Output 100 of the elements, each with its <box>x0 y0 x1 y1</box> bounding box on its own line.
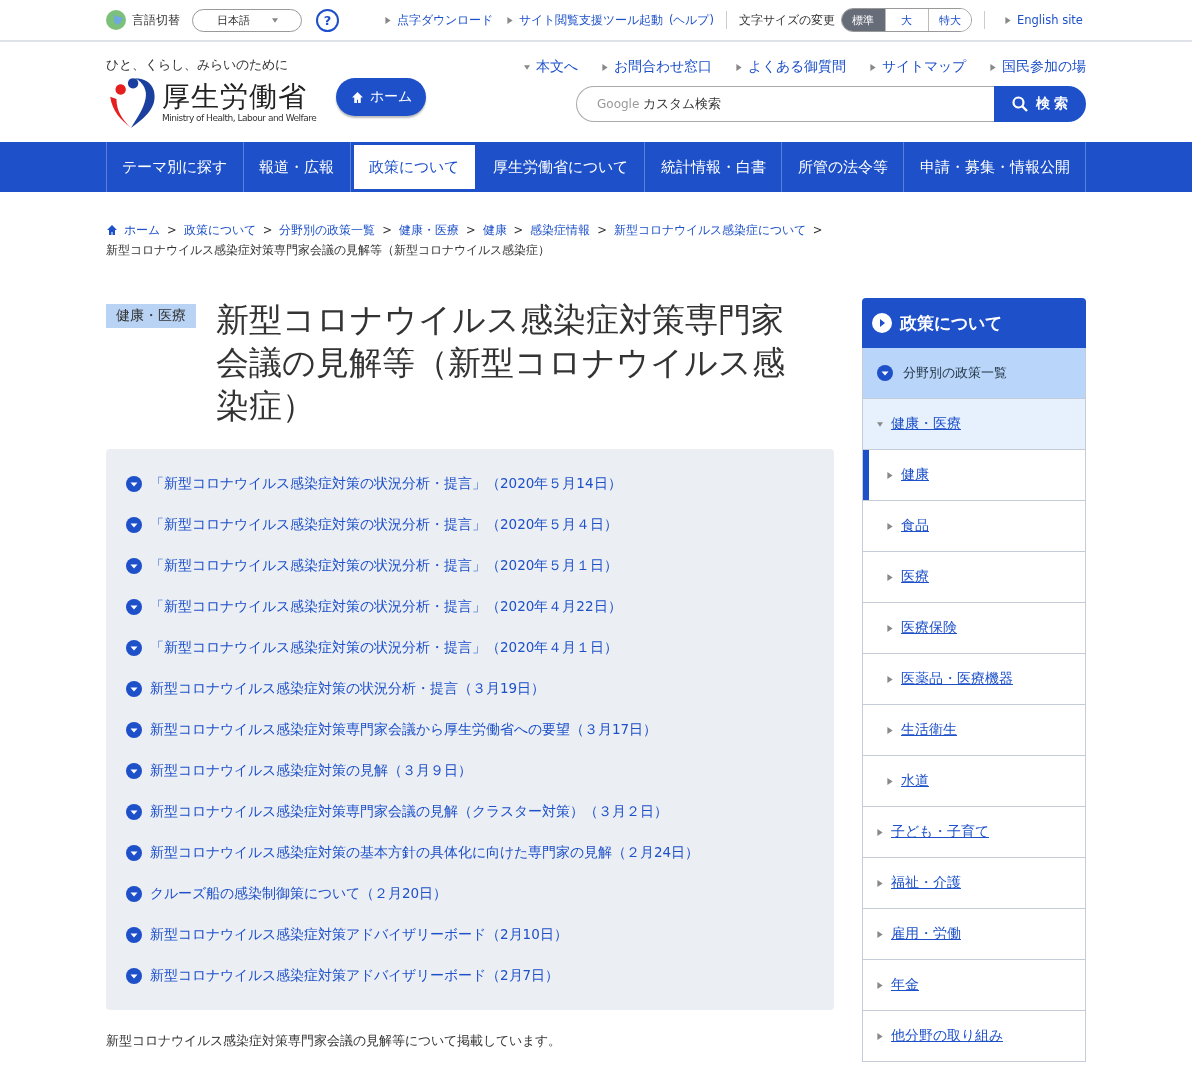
document-link[interactable]: 新型コロナウイルス感染症対策の基本方針の具体化に向けた専門家の見解（２月24日） <box>150 843 700 862</box>
chevron-down-icon <box>126 803 142 820</box>
document-link[interactable]: 新型コロナウイルス感染症対策アドバイザリーボード（2月7日） <box>150 966 560 985</box>
font-size-button[interactable]: 特大 <box>928 9 971 31</box>
chevron-down-icon <box>126 967 142 984</box>
language-label: 言語切替 <box>132 11 180 29</box>
chevron-down-icon <box>126 639 142 656</box>
sidebar-link[interactable]: 他分野の取り組み <box>891 1027 1003 1045</box>
sidebar-item[interactable]: 健康 <box>862 450 1086 501</box>
sidebar-item[interactable]: 医療 <box>862 552 1086 603</box>
category-badge: 健康・医療 <box>106 304 196 328</box>
utility-link[interactable]: 点字ダウンロード <box>397 12 493 28</box>
caret-right-icon <box>887 471 893 479</box>
document-link[interactable]: 新型コロナウイルス感染症対策専門家会議から厚生労働省への要望（３月17日） <box>150 720 658 739</box>
play-icon <box>872 313 892 333</box>
document-link[interactable]: 新型コロナウイルス感染症対策アドバイザリーボード（2月10日） <box>150 925 568 944</box>
chevron-down-icon <box>126 557 142 574</box>
chevron-down-icon <box>126 475 142 492</box>
header-link[interactable]: よくある御質問 <box>748 58 846 76</box>
caret-right-icon <box>602 63 608 71</box>
caret-right-icon <box>877 1032 883 1040</box>
breadcrumb-link[interactable]: 感染症情報 <box>530 220 591 240</box>
header-link[interactable]: 国民参加の場 <box>1002 58 1086 76</box>
search-button[interactable]: 検 索 <box>994 86 1086 122</box>
caret-right-icon <box>887 777 893 785</box>
breadcrumb-separator: > <box>167 222 177 239</box>
breadcrumb-separator: > <box>513 222 524 239</box>
help-link[interactable]: (ヘルプ) <box>669 12 714 28</box>
document-link[interactable]: 「新型コロナウイルス感染症対策の状況分析・提言」（2020年４月１日） <box>150 638 619 657</box>
document-link[interactable]: 新型コロナウイルス感染症対策の見解（３月９日） <box>150 761 472 780</box>
breadcrumb-separator: > <box>597 222 607 239</box>
caret-right-icon <box>990 63 996 71</box>
chevron-down-icon <box>877 365 893 381</box>
caret-right-icon <box>877 930 883 938</box>
caret-right-icon <box>887 675 893 683</box>
chevron-down-icon <box>126 680 142 697</box>
breadcrumb-link[interactable]: 政策について <box>183 220 256 240</box>
caret-right-icon <box>1005 16 1011 24</box>
sidebar-link[interactable]: 健康・医療 <box>891 415 961 433</box>
caret-right-icon <box>877 879 883 887</box>
chevron-down-icon <box>126 598 142 615</box>
caret-down-icon <box>524 63 530 71</box>
caret-down-icon <box>271 16 278 24</box>
caret-right-icon <box>870 63 876 71</box>
sidebar-item[interactable]: 医薬品・医療機器 <box>862 654 1086 705</box>
breadcrumb-separator: > <box>812 222 823 239</box>
caret-down-icon <box>877 420 883 428</box>
sidebar-item[interactable]: 医療保険 <box>862 603 1086 654</box>
sidebar-section[interactable]: 分野別の政策一覧 <box>862 348 1086 399</box>
font-size-label: 文字サイズの変更 <box>739 11 835 29</box>
home-button[interactable]: ホーム <box>336 78 427 116</box>
caret-right-icon <box>887 726 893 734</box>
sidebar-link[interactable]: 雇用・労働 <box>891 925 961 943</box>
home-icon <box>350 90 364 104</box>
caret-right-icon <box>887 522 893 530</box>
caret-right-icon <box>887 624 893 632</box>
document-link[interactable]: 「新型コロナウイルス感染症対策の状況分析・提言」（2020年５月４日） <box>150 515 619 534</box>
chevron-down-icon <box>126 885 142 902</box>
document-link[interactable]: 「新型コロナウイルス感染症対策の状況分析・提言」（2020年５月１日） <box>150 556 619 575</box>
breadcrumb-link[interactable]: ホーム <box>124 220 160 240</box>
breadcrumb-link[interactable]: 新型コロナウイルス感染症について <box>613 220 806 240</box>
header-link[interactable]: お問合わせ窓口 <box>614 58 712 76</box>
sidebar-link[interactable]: 年金 <box>891 976 919 994</box>
logo-name: 厚生労働省 <box>162 81 308 113</box>
sidebar-item[interactable]: 水道 <box>862 756 1086 807</box>
caret-right-icon <box>507 16 513 24</box>
sidebar-item[interactable]: 生活衛生 <box>862 705 1086 756</box>
breadcrumb-link[interactable]: 健康・医療 <box>398 220 459 240</box>
sidebar-link[interactable]: 福祉・介護 <box>891 874 961 892</box>
breadcrumb-link[interactable]: 分野別の政策一覧 <box>279 220 376 240</box>
help-button[interactable]: ? <box>316 8 339 32</box>
chevron-down-icon <box>126 926 142 943</box>
font-size-button[interactable]: 標準 <box>842 9 885 31</box>
document-link[interactable]: 「新型コロナウイルス感染症対策の状況分析・提言」（2020年５月14日） <box>150 474 622 493</box>
document-link[interactable]: 「新型コロナウイルス感染症対策の状況分析・提言」（2020年４月22日） <box>150 597 622 616</box>
document-link[interactable]: 新型コロナウイルス感染症対策の状況分析・提言（３月19日） <box>150 679 546 698</box>
chevron-down-icon <box>126 516 142 533</box>
document-link[interactable]: 新型コロナウイルス感染症対策専門家会議の見解（クラスター対策）（３月２日） <box>150 802 668 821</box>
globe-icon <box>106 10 126 30</box>
tagline: ひと、くらし、みらいのために <box>106 56 289 74</box>
caret-right-icon <box>877 981 883 989</box>
breadcrumb-link[interactable]: 健康 <box>482 220 507 240</box>
english-site-link[interactable]: English site <box>1017 13 1083 27</box>
document-link[interactable]: クルーズ船の感染制御策について（２月20日） <box>150 884 448 903</box>
caret-right-icon <box>887 573 893 581</box>
sidebar-link[interactable]: 子ども・子育て <box>891 823 989 841</box>
caret-right-icon <box>736 63 742 71</box>
breadcrumb-separator: > <box>465 222 476 239</box>
logo-subtitle: Ministry of Health, Labour and Welfare <box>162 113 317 123</box>
breadcrumb-current: 新型コロナウイルス感染症対策専門家会議の見解等（新型コロナウイルス感染症） <box>106 242 550 259</box>
caret-right-icon <box>877 828 883 836</box>
search-icon <box>1011 96 1028 112</box>
sidebar-title[interactable]: 政策について <box>862 298 1086 348</box>
language-select[interactable]: 日本語 <box>192 8 302 32</box>
sidebar-item[interactable]: 食品 <box>862 501 1086 552</box>
utility-link[interactable]: サイト閲覧支援ツール起動 <box>519 12 663 28</box>
chevron-down-icon <box>126 721 142 738</box>
header-link[interactable]: サイトマップ <box>882 58 966 76</box>
header-link[interactable]: 本文へ <box>536 58 578 76</box>
chevron-down-icon <box>126 762 142 779</box>
